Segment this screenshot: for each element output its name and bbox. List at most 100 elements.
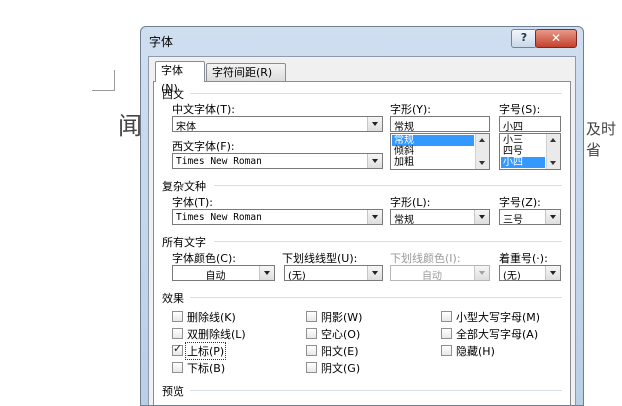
help-button[interactable]: ? <box>511 29 537 48</box>
style-option-regular[interactable]: 常规 <box>392 135 474 146</box>
tab-character-spacing[interactable]: 字符间距(R) <box>206 63 286 81</box>
dialog-title: 字体 <box>149 35 174 49</box>
western-style-label: 字形(Y): <box>390 103 432 116</box>
style-option-bold[interactable]: 加粗 <box>392 157 414 168</box>
emphasis-mark-label: 着重号(·): <box>499 252 548 265</box>
style-option-italic[interactable]: 倾斜 <box>392 146 414 157</box>
chevron-down-icon[interactable] <box>545 210 560 224</box>
font-tab-panel: 西文 中文字体(T): 宋体 西文字体(F): Times New Roman … <box>153 81 571 405</box>
chevron-down-icon[interactable] <box>545 266 560 280</box>
emphasis-mark-value: (无) <box>503 271 521 282</box>
outline-label[interactable]: 空心(O) <box>321 326 360 342</box>
hidden-checkbox[interactable] <box>441 345 452 356</box>
size-option-small-three[interactable]: 小三 <box>501 135 523 146</box>
document-text-fragment-left: 闻 <box>118 112 142 140</box>
shadow-checkbox[interactable] <box>306 311 317 322</box>
shadow-label[interactable]: 阴影(W) <box>321 309 362 325</box>
text-cursor-corner-mark <box>92 70 115 91</box>
font-color-combo[interactable]: 自动 <box>172 265 275 282</box>
emphasis-mark-combo[interactable]: (无) <box>499 265 561 282</box>
double-strikethrough-checkbox[interactable] <box>172 328 183 339</box>
chinese-font-label: 中文字体(T): <box>172 103 236 116</box>
western-style-input[interactable]: 常规 <box>390 116 490 133</box>
complex-style-label: 字形(L): <box>390 196 431 209</box>
subscript-checkbox[interactable] <box>172 362 183 373</box>
outline-checkbox[interactable] <box>306 328 317 339</box>
chinese-font-value: 宋体 <box>176 122 196 133</box>
chevron-down-icon <box>474 266 489 280</box>
western-size-value: 小四 <box>503 122 523 133</box>
strikethrough-checkbox[interactable] <box>172 311 183 322</box>
scroll-up-arrow-icon[interactable] <box>476 134 489 146</box>
scroll-up-arrow-icon[interactable] <box>547 134 560 146</box>
complex-size-value: 三号 <box>503 215 523 226</box>
western-font-value: Times New Roman <box>176 156 262 167</box>
size-option-small-four[interactable]: 小四 <box>501 157 545 168</box>
complex-size-label: 字号(Z): <box>499 196 541 209</box>
engrave-checkbox[interactable] <box>306 362 317 373</box>
effects-group-heading: 效果 <box>162 292 184 305</box>
tab-font[interactable]: 字体(N) <box>155 61 205 95</box>
close-button[interactable]: ✕ <box>535 29 577 48</box>
font-color-label: 字体颜色(C): <box>172 252 236 265</box>
small-caps-checkbox[interactable] <box>441 311 452 322</box>
complex-font-combo[interactable]: Times New Roman <box>172 209 383 225</box>
emboss-checkbox[interactable] <box>306 345 317 356</box>
complex-group-divider <box>214 185 562 186</box>
effects-group-divider <box>190 297 562 298</box>
double-strikethrough-label[interactable]: 双删除线(L) <box>187 326 246 342</box>
chevron-down-icon[interactable] <box>474 210 489 224</box>
emboss-label[interactable]: 阳文(E) <box>321 343 359 359</box>
complex-group-heading: 复杂文种 <box>162 180 206 193</box>
underline-color-combo: 自动 <box>390 265 490 282</box>
hidden-label[interactable]: 隐藏(H) <box>456 343 495 359</box>
underline-type-value: (无) <box>288 271 306 282</box>
western-size-scrollbar[interactable] <box>546 134 560 169</box>
superscript-label[interactable]: 上标(P) <box>185 342 227 360</box>
chevron-down-icon[interactable] <box>367 210 382 224</box>
dialog-titlebar: 字体 ? ✕ <box>141 27 583 53</box>
all-text-group-heading: 所有文字 <box>162 236 206 249</box>
engrave-label[interactable]: 阴文(G) <box>321 360 360 376</box>
western-size-label: 字号(S): <box>499 103 541 116</box>
scroll-down-arrow-icon[interactable] <box>476 157 489 169</box>
subscript-label[interactable]: 下标(B) <box>187 360 225 376</box>
scroll-down-arrow-icon[interactable] <box>547 157 560 169</box>
chevron-down-icon[interactable] <box>259 266 274 280</box>
western-style-value: 常规 <box>394 122 414 133</box>
strikethrough-label[interactable]: 删除线(K) <box>187 309 236 325</box>
complex-font-label: 字体(T): <box>172 196 214 209</box>
document-text-fragment-right: 及时省 <box>586 120 617 159</box>
complex-style-combo[interactable]: 常规 <box>390 209 490 226</box>
small-caps-label[interactable]: 小型大写字母(M) <box>456 309 540 325</box>
chinese-font-combo[interactable]: 宋体 <box>172 116 383 133</box>
western-font-label: 西文字体(F): <box>172 140 235 153</box>
chevron-down-icon[interactable] <box>367 154 382 168</box>
underline-color-label: 下划线颜色(I): <box>390 252 461 265</box>
western-style-scrollbar[interactable] <box>475 134 489 169</box>
preview-group-heading: 预览 <box>162 385 184 398</box>
western-style-listbox[interactable]: 常规 倾斜 加粗 <box>390 133 490 170</box>
font-color-value: 自动 <box>205 271 226 282</box>
checkmark-icon: ✓ <box>173 342 183 355</box>
all-caps-label[interactable]: 全部大写字母(A) <box>456 326 538 342</box>
western-group-divider <box>190 93 562 94</box>
superscript-checkbox[interactable]: ✓ <box>172 342 183 356</box>
chevron-down-icon[interactable] <box>367 117 382 131</box>
western-size-listbox[interactable]: 小三 四号 小四 <box>499 133 561 170</box>
underline-type-label: 下划线线型(U): <box>282 252 358 265</box>
font-dialog: 字体 ? ✕ 字体(N) 字符间距(R) 西文 中文字体(T): 宋体 西文字体… <box>140 26 584 406</box>
dialog-client-area: 字体(N) 字符间距(R) 西文 中文字体(T): 宋体 西文字体(F): Ti… <box>148 56 576 405</box>
complex-style-value: 常规 <box>394 215 414 226</box>
underline-type-combo[interactable]: (无) <box>284 265 383 282</box>
all-caps-checkbox[interactable] <box>441 328 452 339</box>
complex-font-value: Times New Roman <box>176 212 262 223</box>
complex-size-combo[interactable]: 三号 <box>499 209 561 226</box>
western-font-combo[interactable]: Times New Roman <box>172 153 383 169</box>
size-option-four[interactable]: 四号 <box>501 146 523 157</box>
preview-group-divider <box>190 390 562 391</box>
underline-color-value: 自动 <box>422 271 442 282</box>
western-size-input[interactable]: 小四 <box>499 116 561 133</box>
all-text-group-divider <box>214 241 562 242</box>
chevron-down-icon[interactable] <box>367 266 382 280</box>
